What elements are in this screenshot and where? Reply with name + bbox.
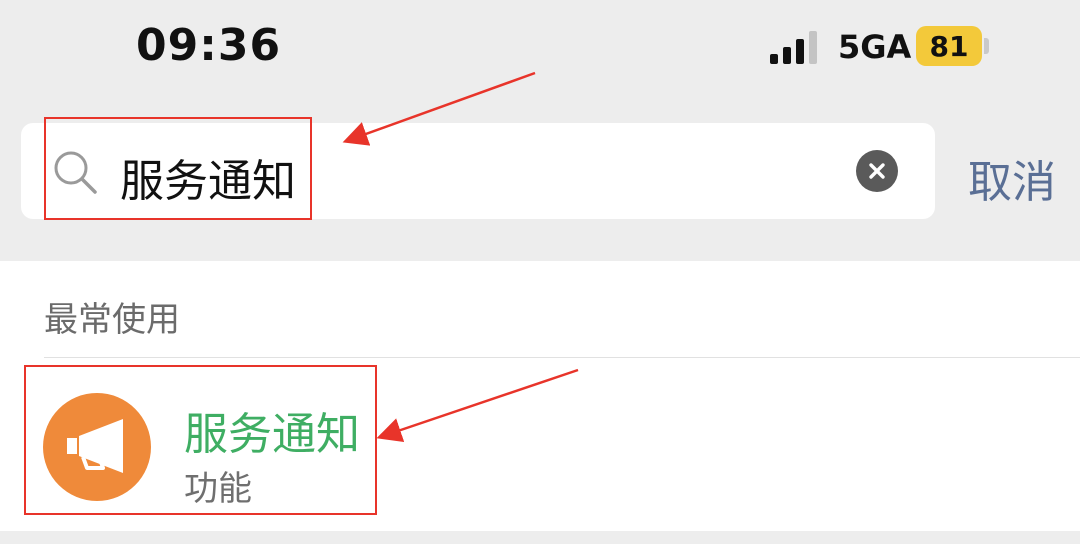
search-highlight-box — [44, 117, 312, 220]
battery-cap — [984, 38, 989, 54]
result-highlight-box — [24, 365, 377, 515]
section-label: 最常使用 — [44, 300, 180, 340]
battery-level: 81 — [929, 29, 969, 63]
divider — [44, 357, 1080, 358]
close-icon — [869, 163, 885, 179]
cancel-button[interactable]: 取消 — [968, 146, 1056, 210]
status-time: 09:36 — [136, 20, 282, 71]
search-screen: 09:36 5GA 81 服务通知 取消 最常使用 服务通知 功能 — [0, 0, 1080, 544]
signal-icon — [770, 31, 817, 64]
network-type: 5GA — [838, 28, 912, 66]
clear-icon[interactable] — [856, 150, 898, 192]
battery-indicator: 81 — [916, 26, 982, 66]
